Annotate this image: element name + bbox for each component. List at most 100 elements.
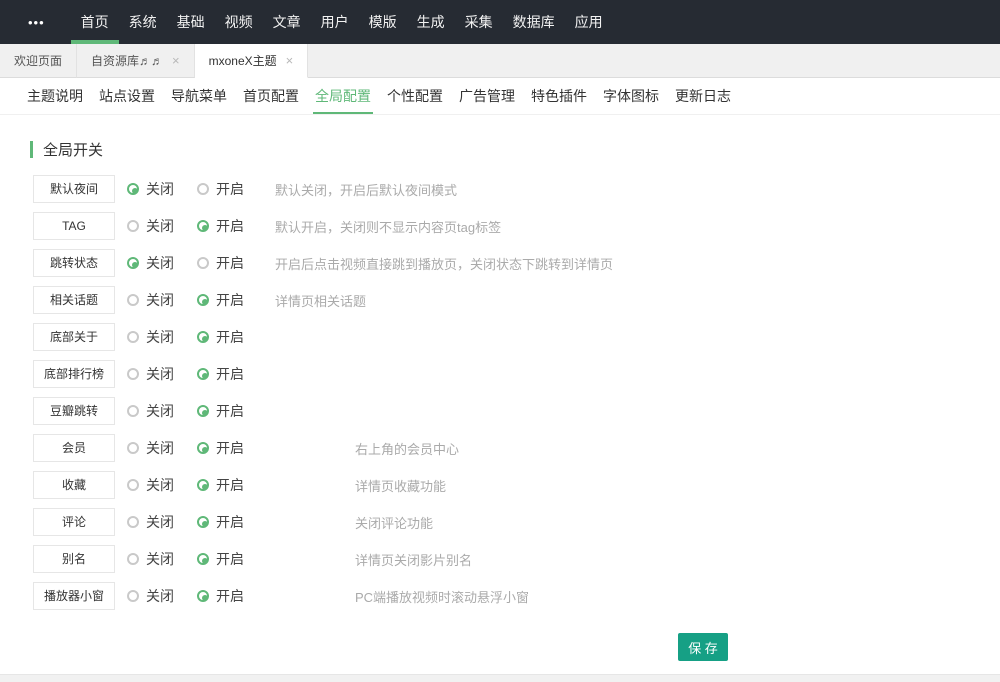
radio-circle-icon	[127, 590, 139, 602]
radio-on[interactable]: 开启	[197, 364, 267, 384]
radio-circle-icon	[127, 405, 139, 417]
setting-description: PC端播放视频时滚动悬浮小窗	[355, 587, 529, 606]
radio-circle-icon	[197, 516, 209, 528]
setting-description: 右上角的会员中心	[355, 439, 459, 458]
radio-circle-icon	[127, 553, 139, 565]
setting-description: 详情页收藏功能	[355, 476, 446, 495]
radio-on[interactable]: 开启	[197, 216, 267, 236]
subnav-tab[interactable]: 导航菜单	[169, 78, 229, 114]
subnav-tab[interactable]: 特色插件	[529, 78, 589, 114]
topnav-item[interactable]: 系统	[119, 0, 167, 44]
window-tab-label: 欢迎页面	[14, 52, 62, 69]
radio-off[interactable]: 关闭	[127, 475, 197, 495]
radio-on[interactable]: 开启	[197, 179, 267, 199]
radio-off-label: 关闭	[146, 512, 174, 532]
radio-off[interactable]: 关闭	[127, 364, 197, 384]
radio-off[interactable]: 关闭	[127, 438, 197, 458]
radio-off-label: 关闭	[146, 290, 174, 310]
radio-on[interactable]: 开启	[197, 512, 267, 532]
radio-off-label: 关闭	[146, 438, 174, 458]
subnav-tab[interactable]: 广告管理	[457, 78, 517, 114]
more-menu-icon[interactable]: •••	[0, 0, 71, 44]
section-title: 全局开关	[43, 139, 103, 160]
setting-row: 默认夜间关闭开启默认关闭，开启后默认夜间模式	[33, 175, 1000, 203]
topnav-item[interactable]: 首页	[71, 0, 119, 44]
setting-row: 底部排行榜关闭开启	[33, 360, 1000, 388]
save-row: 保 存	[678, 633, 1000, 661]
window-tab[interactable]: 自资源库♬♬ ×	[77, 44, 195, 78]
radio-on[interactable]: 开启	[197, 475, 267, 495]
section-accent-bar	[30, 141, 33, 158]
setting-label: 评论	[33, 508, 115, 536]
radio-on[interactable]: 开启	[197, 401, 267, 421]
radio-off[interactable]: 关闭	[127, 253, 197, 273]
radio-off[interactable]: 关闭	[127, 586, 197, 606]
topnav-item[interactable]: 文章	[263, 0, 311, 44]
radio-off[interactable]: 关闭	[127, 290, 197, 310]
setting-description: 关闭评论功能	[355, 513, 433, 532]
radio-circle-icon	[197, 590, 209, 602]
radio-circle-icon	[127, 183, 139, 195]
radio-on[interactable]: 开启	[197, 438, 267, 458]
setting-label: 收藏	[33, 471, 115, 499]
topnav-item[interactable]: 模版	[359, 0, 407, 44]
radio-off[interactable]: 关闭	[127, 401, 197, 421]
radio-circle-icon	[197, 553, 209, 565]
topnav-item[interactable]: 采集	[455, 0, 503, 44]
radio-off[interactable]: 关闭	[127, 327, 197, 347]
radio-off-label: 关闭	[146, 549, 174, 569]
window-tab-label: mxoneX主题	[209, 52, 277, 69]
radio-on[interactable]: 开启	[197, 327, 267, 347]
radio-on-label: 开启	[216, 327, 244, 347]
radio-off-label: 关闭	[146, 475, 174, 495]
radio-on-label: 开启	[216, 179, 244, 199]
radio-circle-icon	[127, 516, 139, 528]
window-tab[interactable]: 欢迎页面	[0, 44, 77, 78]
radio-off[interactable]: 关闭	[127, 512, 197, 532]
subnav-tab[interactable]: 字体图标	[601, 78, 661, 114]
setting-row: 别名关闭开启详情页关闭影片别名	[33, 545, 1000, 573]
radio-off-label: 关闭	[146, 364, 174, 384]
close-tab-icon[interactable]: ×	[172, 54, 180, 67]
topnav-item[interactable]: 基础	[167, 0, 215, 44]
topnav-item[interactable]: 视频	[215, 0, 263, 44]
subnav-tab[interactable]: 主题说明	[25, 78, 85, 114]
save-button[interactable]: 保 存	[678, 633, 728, 661]
bottom-strip	[0, 674, 1000, 682]
topnav-item[interactable]: 生成	[407, 0, 455, 44]
setting-label: 播放器小窗	[33, 582, 115, 610]
setting-description: 默认关闭，开启后默认夜间模式	[275, 180, 457, 199]
subnav-tab[interactable]: 全局配置	[313, 78, 373, 114]
topnav-item[interactable]: 用户	[311, 0, 359, 44]
subnav-tab[interactable]: 站点设置	[97, 78, 157, 114]
radio-on-label: 开启	[216, 438, 244, 458]
topnav-item[interactable]: 数据库	[503, 0, 565, 44]
close-tab-icon[interactable]: ×	[286, 54, 294, 67]
radio-circle-icon	[197, 294, 209, 306]
setting-label: 豆瓣跳转	[33, 397, 115, 425]
window-tab-label: 自资源库♬♬	[91, 52, 163, 69]
radio-on-label: 开启	[216, 549, 244, 569]
setting-label: TAG	[33, 212, 115, 240]
radio-off[interactable]: 关闭	[127, 549, 197, 569]
setting-description: 详情页相关话题	[275, 291, 366, 310]
radio-off[interactable]: 关闭	[127, 179, 197, 199]
radio-on-label: 开启	[216, 401, 244, 421]
subnav-tab[interactable]: 首页配置	[241, 78, 301, 114]
topnav-item[interactable]: 应用	[565, 0, 613, 44]
radio-on[interactable]: 开启	[197, 549, 267, 569]
radio-circle-icon	[197, 257, 209, 269]
radio-on[interactable]: 开启	[197, 290, 267, 310]
radio-circle-icon	[127, 442, 139, 454]
radio-circle-icon	[127, 331, 139, 343]
subnav-tab[interactable]: 更新日志	[673, 78, 733, 114]
radio-on[interactable]: 开启	[197, 586, 267, 606]
setting-row: 播放器小窗关闭开启 PC端播放视频时滚动悬浮小窗	[33, 582, 1000, 610]
radio-on[interactable]: 开启	[197, 253, 267, 273]
radio-off[interactable]: 关闭	[127, 216, 197, 236]
tab-bar: 欢迎页面 自资源库♬♬ × mxoneX主题 ×	[0, 44, 1000, 78]
window-tab[interactable]: mxoneX主题 ×	[195, 44, 309, 78]
subnav-tab[interactable]: 个性配置	[385, 78, 445, 114]
radio-circle-icon	[197, 368, 209, 380]
setting-label: 底部关于	[33, 323, 115, 351]
